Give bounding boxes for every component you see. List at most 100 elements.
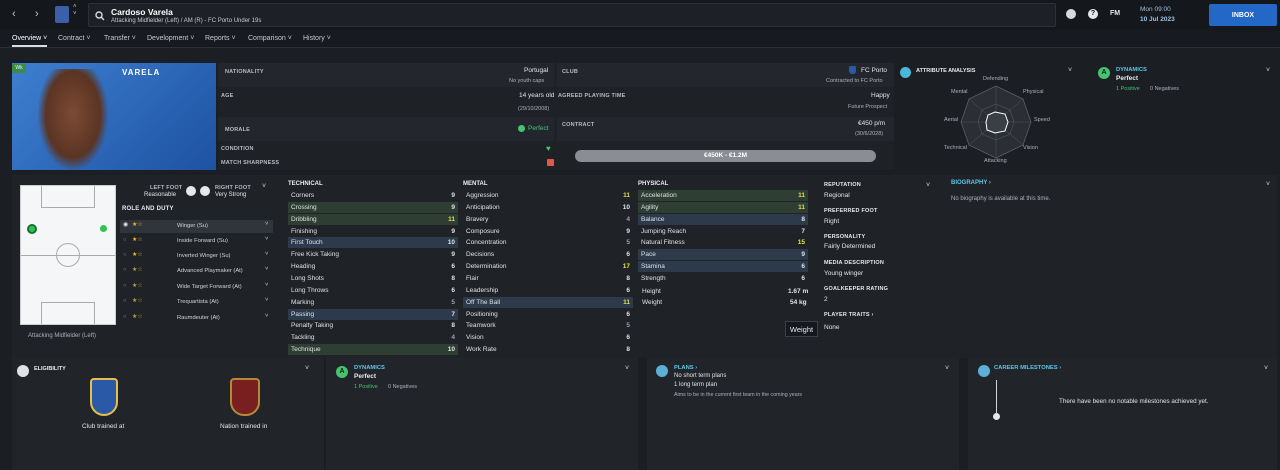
- tab-overview[interactable]: Overview ˅: [12, 35, 48, 47]
- chevron-down-icon[interactable]: ˅: [926, 182, 930, 189]
- attribute-row[interactable]: Stamina 6: [638, 261, 808, 273]
- radio-icon[interactable]: ○: [123, 298, 127, 304]
- chevron-down-icon[interactable]: ˅: [625, 365, 629, 372]
- chevron-down-icon[interactable]: ˅: [265, 236, 268, 242]
- attribute-row[interactable]: Long Shots 8: [288, 273, 458, 284]
- chevron-down-icon[interactable]: ˅: [1266, 67, 1270, 74]
- date-time[interactable]: Mon 09:00: [1140, 6, 1171, 13]
- back-button[interactable]: ‹: [12, 8, 16, 20]
- inbox-button[interactable]: INBOX: [1209, 4, 1277, 26]
- attribute-row[interactable]: Anticipation 10: [463, 202, 633, 213]
- date-day[interactable]: 10 Jul 2023: [1140, 16, 1175, 23]
- chevron-down-icon[interactable]: ˅: [265, 297, 268, 303]
- attribute-row[interactable]: Bravery 4: [463, 214, 633, 225]
- forward-button[interactable]: ›: [35, 8, 39, 20]
- pitch-diagram[interactable]: [20, 185, 116, 325]
- attribute-row[interactable]: Aggression 11: [463, 190, 633, 201]
- tab-reports[interactable]: Reports ˅: [205, 35, 236, 42]
- role-item[interactable]: ○ ★☆ Inverted Winger (Su) ˅: [120, 250, 273, 263]
- tab-transfer[interactable]: Transfer ˅: [104, 35, 136, 42]
- tab-contract[interactable]: Contract ˅: [58, 35, 91, 42]
- attribute-row[interactable]: Corners 9: [288, 190, 458, 201]
- attribute-row[interactable]: Decisions 6: [463, 249, 633, 260]
- chevron-updown-icon[interactable]: ˄ ˅: [73, 4, 77, 18]
- tab-comparison[interactable]: Comparison ˅: [248, 35, 292, 42]
- attribute-row[interactable]: Jumping Reach 7: [638, 226, 808, 237]
- plans-title[interactable]: PLANS ›: [674, 365, 697, 371]
- attribute-row[interactable]: Strength 6: [638, 273, 808, 284]
- position-marker-aml[interactable]: [27, 224, 37, 234]
- role-item[interactable]: ○ ★☆ Inside Forward (Su) ˅: [120, 235, 273, 248]
- position-marker-amr[interactable]: [100, 225, 107, 232]
- attribute-row[interactable]: Composure 9: [463, 226, 633, 237]
- biography-title[interactable]: BIOGRAPHY ›: [951, 180, 991, 186]
- attribute-row[interactable]: Flair 8: [463, 273, 633, 284]
- dynamics-title[interactable]: DYNAMICS: [1116, 67, 1147, 73]
- attribute-row[interactable]: Long Throws 6: [288, 285, 458, 296]
- attribute-row[interactable]: Positioning 6: [463, 309, 633, 320]
- milestones-title[interactable]: CAREER MILESTONES ›: [994, 365, 1061, 371]
- chevron-down-icon[interactable]: ˅: [305, 365, 309, 372]
- attribute-name: Jumping Reach: [641, 227, 687, 235]
- attribute-row[interactable]: First Touch 10: [288, 237, 458, 249]
- attribute-row[interactable]: Dribbling 11: [288, 213, 458, 225]
- dynamics-title[interactable]: DYNAMICS: [354, 365, 385, 371]
- chevron-down-icon[interactable]: ˅: [945, 365, 949, 372]
- role-item[interactable]: ◉ ★☆ Winger (Su) ˅: [120, 220, 273, 233]
- chevron-down-icon[interactable]: ˅: [265, 282, 268, 288]
- attribute-row[interactable]: Work Rate 8: [463, 344, 633, 355]
- role-item[interactable]: ○ ★☆ Advanced Playmaker (At) ˅: [120, 265, 273, 278]
- radio-icon[interactable]: ○: [123, 267, 127, 273]
- attribute-row[interactable]: Vision 6: [463, 332, 633, 343]
- radio-icon[interactable]: ○: [123, 283, 127, 289]
- value-bar[interactable]: €450K - €1.2M: [575, 150, 876, 162]
- player-search-box[interactable]: Cardoso Varela Attacking Midfielder (Lef…: [88, 3, 1056, 27]
- radio-icon[interactable]: ○: [123, 252, 127, 258]
- chevron-down-icon[interactable]: ˅: [1068, 67, 1072, 74]
- role-item[interactable]: ○ ★☆ Trequartista (At) ˅: [120, 296, 273, 309]
- attribute-row[interactable]: Passing 7: [288, 308, 458, 320]
- player-avatar-small[interactable]: [55, 6, 69, 23]
- tab-development[interactable]: Development ˅: [147, 35, 194, 42]
- chevron-down-icon[interactable]: ˅: [265, 221, 268, 227]
- nationality-value[interactable]: Portugal: [524, 67, 548, 74]
- chevron-down-icon[interactable]: ˅: [262, 183, 266, 190]
- attribute-row[interactable]: Agility 11: [638, 201, 808, 213]
- tab-history[interactable]: History ˅: [303, 35, 331, 42]
- role-item[interactable]: ○ ★☆ Raumdeuter (At) ˅: [120, 312, 273, 325]
- chevron-down-icon[interactable]: ˅: [1266, 181, 1270, 188]
- attribute-row[interactable]: Balance 8: [638, 213, 808, 225]
- attribute-row[interactable]: Concentration 5: [463, 237, 633, 248]
- radio-icon[interactable]: ○: [123, 237, 127, 243]
- attribute-row[interactable]: Natural Fitness 15: [638, 237, 808, 248]
- portugal-crest-icon[interactable]: [230, 378, 260, 416]
- fc-porto-crest-icon[interactable]: [90, 378, 118, 416]
- chevron-down-icon[interactable]: ˅: [265, 251, 268, 257]
- attribute-analysis-title[interactable]: ATTRIBUTE ANALYSIS: [916, 68, 975, 74]
- attribute-row[interactable]: Crossing 9: [288, 201, 458, 213]
- attribute-row[interactable]: Finishing 9: [288, 226, 458, 237]
- attribute-row[interactable]: Pace 9: [638, 249, 808, 261]
- attribute-row[interactable]: Acceleration 11: [638, 190, 808, 201]
- player-traits-label[interactable]: PLAYER TRAITS ›: [824, 312, 874, 318]
- attribute-row[interactable]: Determination 17: [463, 261, 633, 272]
- attribute-row[interactable]: Teamwork 5: [463, 320, 633, 331]
- radio-icon[interactable]: ◉: [123, 222, 128, 228]
- attribute-row[interactable]: Off The Ball 11: [463, 296, 633, 308]
- attribute-row[interactable]: Tackling 4: [288, 332, 458, 343]
- chevron-down-icon[interactable]: ˅: [265, 266, 268, 272]
- radio-icon[interactable]: ○: [123, 314, 127, 320]
- role-item[interactable]: ○ ★☆ Wide Target Forward (At) ˅: [120, 281, 273, 294]
- attribute-row[interactable]: Free Kick Taking 9: [288, 249, 458, 260]
- attribute-row[interactable]: Marking 5: [288, 297, 458, 308]
- attribute-row[interactable]: Penalty Taking 8: [288, 320, 458, 331]
- club-value[interactable]: FC Porto: [861, 67, 887, 74]
- chevron-down-icon[interactable]: ˅: [1264, 365, 1268, 372]
- fm-logo[interactable]: FM: [1110, 10, 1120, 17]
- attribute-row[interactable]: Technique 10: [288, 344, 458, 356]
- attribute-row[interactable]: Leadership 6: [463, 285, 633, 296]
- attribute-row[interactable]: Heading 6: [288, 261, 458, 272]
- help-icon[interactable]: ?: [1088, 9, 1098, 19]
- skull-icon[interactable]: [1066, 9, 1076, 19]
- chevron-down-icon[interactable]: ˅: [265, 313, 268, 319]
